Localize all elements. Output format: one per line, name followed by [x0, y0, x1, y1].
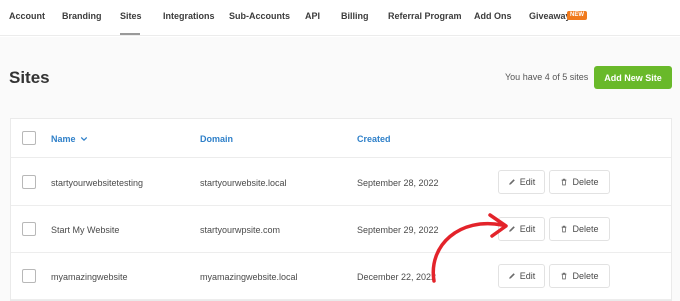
- top-navigation: Account Branding Sites Integrations Sub-…: [0, 0, 680, 36]
- pencil-icon: [508, 225, 516, 233]
- active-tab-indicator: [120, 33, 140, 35]
- add-new-site-button[interactable]: Add New Site: [594, 66, 672, 89]
- site-domain: startyourwpsite.com: [200, 225, 281, 235]
- delete-button[interactable]: Delete: [549, 170, 610, 194]
- table-header: Name Domain Created: [11, 119, 671, 158]
- row-checkbox[interactable]: [22, 222, 36, 236]
- trash-icon: [560, 272, 568, 280]
- column-header-name-label: Name: [51, 134, 76, 144]
- new-badge: NEW: [567, 11, 587, 20]
- column-header-name[interactable]: Name: [51, 134, 88, 144]
- delete-button[interactable]: Delete: [549, 217, 610, 241]
- site-domain: myamazingwebsite.local: [200, 272, 298, 282]
- column-header-created[interactable]: Created: [357, 134, 391, 144]
- table-row: myamazingwebsite myamazingwebsite.local …: [11, 253, 671, 300]
- edit-button[interactable]: Edit: [498, 217, 545, 241]
- pencil-icon: [508, 178, 516, 186]
- trash-icon: [560, 178, 568, 186]
- page-title: Sites: [9, 68, 50, 87]
- nav-tab-account[interactable]: Account: [9, 11, 45, 21]
- nav-tab-api[interactable]: API: [305, 11, 320, 21]
- edit-button[interactable]: Edit: [498, 264, 545, 288]
- nav-tab-integrations[interactable]: Integrations: [163, 11, 215, 21]
- trash-icon: [560, 225, 568, 233]
- pencil-icon: [508, 272, 516, 280]
- nav-tab-branding[interactable]: Branding: [62, 11, 102, 21]
- site-created-date: September 29, 2022: [357, 225, 439, 235]
- table-row: startyourwebsitetesting startyourwebsite…: [11, 159, 671, 206]
- site-name: myamazingwebsite: [51, 272, 128, 282]
- edit-button-label: Edit: [519, 271, 536, 281]
- select-all-checkbox[interactable]: [22, 131, 36, 145]
- nav-tab-giveaway[interactable]: Giveaway: [529, 11, 571, 21]
- delete-button-label: Delete: [572, 271, 599, 281]
- nav-tab-billing[interactable]: Billing: [341, 11, 369, 21]
- site-count-text: You have 4 of 5 sites: [505, 72, 589, 82]
- row-checkbox[interactable]: [22, 175, 36, 189]
- edit-button-label: Edit: [519, 224, 536, 234]
- chevron-down-icon: [80, 135, 88, 143]
- sites-table: Name Domain Created startyourwebsitetest…: [10, 118, 672, 301]
- table-row: Start My Website startyourwpsite.com Sep…: [11, 206, 671, 253]
- site-domain: startyourwebsite.local: [200, 178, 287, 188]
- delete-button-label: Delete: [572, 224, 599, 234]
- edit-button[interactable]: Edit: [498, 170, 545, 194]
- nav-tab-sites[interactable]: Sites: [120, 11, 142, 21]
- nav-tab-referral-program[interactable]: Referral Program: [388, 11, 462, 21]
- site-created-date: December 22, 2022: [357, 272, 437, 282]
- site-name: startyourwebsitetesting: [51, 178, 144, 188]
- nav-tab-sub-accounts[interactable]: Sub-Accounts: [229, 11, 290, 21]
- delete-button[interactable]: Delete: [549, 264, 610, 288]
- site-created-date: September 28, 2022: [357, 178, 439, 188]
- nav-tab-add-ons[interactable]: Add Ons: [474, 11, 512, 21]
- row-checkbox[interactable]: [22, 269, 36, 283]
- delete-button-label: Delete: [572, 177, 599, 187]
- edit-button-label: Edit: [519, 177, 536, 187]
- column-header-domain[interactable]: Domain: [200, 134, 233, 144]
- site-name: Start My Website: [51, 225, 120, 235]
